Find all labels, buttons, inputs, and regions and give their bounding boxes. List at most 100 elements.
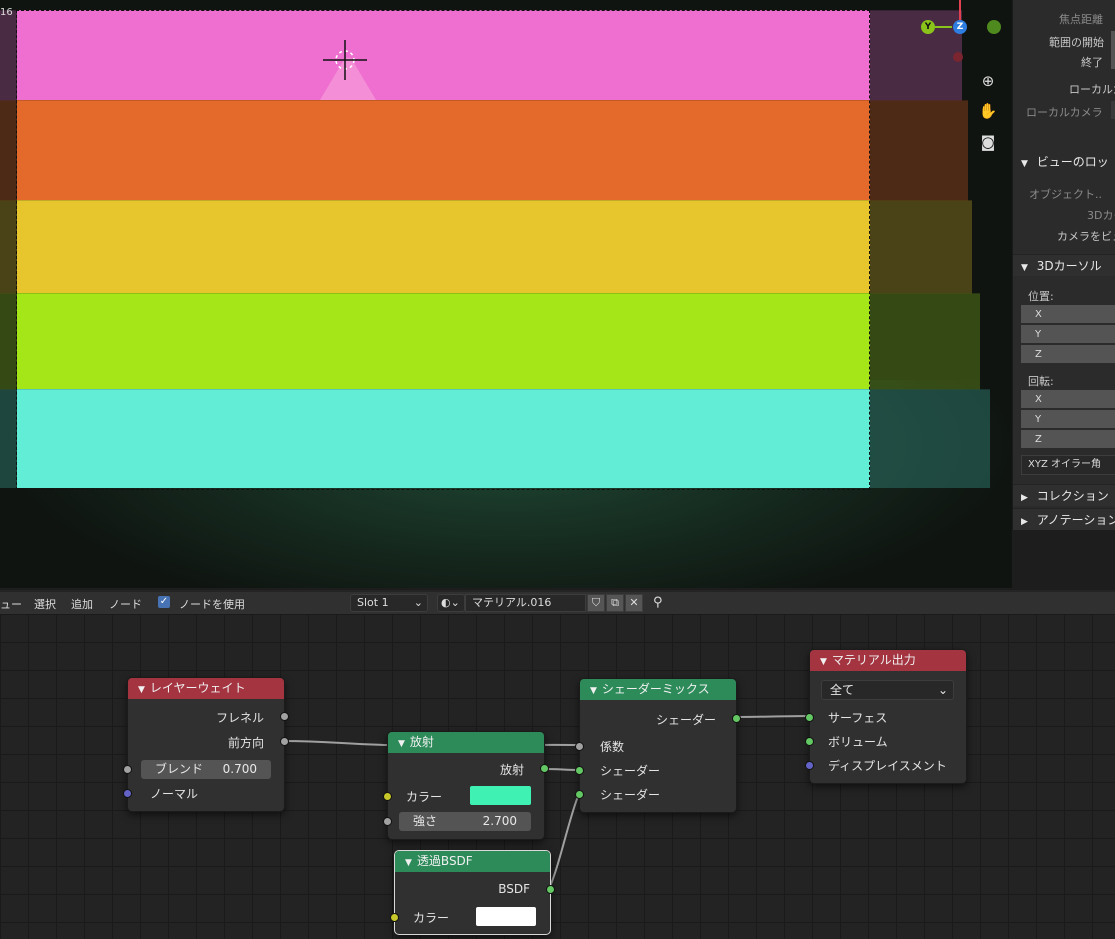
transparent-color-socket[interactable] xyxy=(390,913,399,922)
annotation-panel-header[interactable]: ▶ アノテーション xyxy=(1013,508,1115,530)
shader2-input-label: シェーダー xyxy=(600,788,661,802)
collapse-triangle-icon[interactable]: ▼ xyxy=(398,739,405,749)
rotation-y-field[interactable]: Y xyxy=(1021,410,1115,429)
transparent-color-swatch[interactable] xyxy=(476,907,536,926)
fac-input-label: 係数 xyxy=(600,740,625,754)
3d-cursor-panel-header[interactable]: ▼ 3Dカーソル xyxy=(1013,254,1115,276)
collapse-triangle-icon[interactable]: ▼ xyxy=(138,685,145,695)
normal-input-label: ノーマル xyxy=(150,787,199,801)
location-y-field[interactable]: Y xyxy=(1021,325,1115,344)
duplicate-material-icon[interactable]: ⧉ xyxy=(606,594,624,612)
3d-viewport[interactable]: 16 Y Z ⊕ ✋ ◙ xyxy=(0,0,1012,588)
fake-user-shield-icon[interactable]: ⛉ xyxy=(587,594,605,612)
emission-color-socket[interactable] xyxy=(383,792,392,801)
emission-node-header[interactable]: ▼ 放射 xyxy=(388,732,544,753)
focal-length-label: 焦点距離 xyxy=(1059,13,1103,26)
surface-input-socket[interactable] xyxy=(805,713,814,722)
rotation-mode-select[interactable]: XYZ オイラー角 xyxy=(1021,455,1115,475)
hand-icon[interactable]: ✋ xyxy=(977,100,999,122)
mix-shader-output-socket[interactable] xyxy=(732,714,741,723)
emission-color-label: カラー xyxy=(406,790,443,804)
bsdf-output-socket[interactable] xyxy=(546,885,555,894)
blend-input-socket[interactable] xyxy=(123,765,132,774)
node-editor-header: ュー 選択 追加 ノード ✓ ノードを使用 Slot 1 ⌄ ◐⌄ マテリアル.0… xyxy=(0,590,1115,614)
chevron-down-icon: ⌄ xyxy=(413,596,423,609)
strength-slider[interactable]: 強さ 2.700 xyxy=(399,812,531,831)
strength-input-socket[interactable] xyxy=(383,817,392,826)
pin-icon[interactable]: ⚲ xyxy=(653,595,663,610)
shader1-input-socket[interactable] xyxy=(575,766,584,775)
bsdf-output-label: BSDF xyxy=(498,882,530,896)
collapse-triangle-icon[interactable]: ▼ xyxy=(820,657,827,667)
chevron-down-icon: ⌄ xyxy=(937,683,948,697)
transparent-bsdf-node-header[interactable]: ▼ 透過BSDF xyxy=(395,851,550,872)
fresnel-output-socket[interactable] xyxy=(280,712,289,721)
normal-input-socket[interactable] xyxy=(123,789,132,798)
use-nodes-checkbox[interactable]: ✓ xyxy=(158,596,170,608)
shader2-input-socket[interactable] xyxy=(575,790,584,799)
output-target-select[interactable]: 全て ⌄ xyxy=(821,680,954,700)
lock-object-label: オブジェクト.. xyxy=(1029,188,1102,201)
collapse-triangle-icon[interactable]: ▼ xyxy=(405,858,412,868)
material-browse-button[interactable]: ◐⌄ xyxy=(437,594,465,612)
clip-end-label: 終了 xyxy=(1081,56,1103,69)
fac-input-socket[interactable] xyxy=(575,742,584,751)
material-name-field[interactable]: マテリアル.016 xyxy=(465,594,586,612)
location-z-field[interactable]: Z xyxy=(1021,345,1115,364)
node-canvas[interactable]: ▼ レイヤーウェイト フレネル 前方向 ブレンド 0.700 ノーマル ▼ 放射 放… xyxy=(0,614,1115,939)
shader1-input-label: シェーダー xyxy=(600,764,661,778)
zoom-icon[interactable]: ⊕ xyxy=(977,70,999,92)
material-output-node[interactable]: ▼ マテリアル出力 全て ⌄ サーフェス ボリューム ディスプレイスメント xyxy=(805,649,967,784)
layer-weight-node-header[interactable]: ▼ レイヤーウェイト xyxy=(128,678,284,699)
layer-weight-node[interactable]: ▼ レイヤーウェイト フレネル 前方向 ブレンド 0.700 ノーマル xyxy=(123,677,289,812)
gizmo-z-axis[interactable]: Z xyxy=(953,20,967,34)
blend-slider-label: ブレンド xyxy=(155,762,204,776)
local-camera-field[interactable] xyxy=(1111,101,1115,119)
local-camera-heading: ローカルカ xyxy=(1069,83,1115,96)
blend-slider-value: 0.700 xyxy=(222,762,257,776)
camera-icon[interactable]: ◙ xyxy=(977,131,999,153)
menu-node[interactable]: ノード xyxy=(109,596,142,612)
collapse-triangle-icon[interactable]: ▼ xyxy=(590,686,597,696)
properties-sidebar: 焦点距離 範囲の開始 終了 ローカルカ ローカルカメラ ▼ ビューのロッ オブジ… xyxy=(1012,0,1115,530)
clip-fields[interactable] xyxy=(1111,31,1115,69)
mix-shader-node-header[interactable]: ▼ シェーダーミックス xyxy=(580,679,736,700)
rotation-x-field[interactable]: X xyxy=(1021,390,1115,409)
lock-3d-cursor-label: 3Dカー xyxy=(1087,209,1115,222)
local-camera-label: ローカルカメラ xyxy=(1026,106,1103,119)
material-output-node-header[interactable]: ▼ マテリアル出力 xyxy=(810,650,966,671)
facing-output-socket[interactable] xyxy=(280,737,289,746)
slot-select[interactable]: Slot 1 ⌄ xyxy=(350,594,428,612)
clip-start-label: 範囲の開始 xyxy=(1049,36,1104,49)
emission-output-socket[interactable] xyxy=(540,764,549,773)
gizmo-y-axis[interactable]: Y xyxy=(921,20,935,34)
3d-cursor-icon[interactable] xyxy=(318,40,378,100)
slot-select-value: Slot 1 xyxy=(357,596,389,609)
displacement-input-label: ディスプレイスメント xyxy=(828,759,947,773)
emission-color-swatch[interactable] xyxy=(470,786,531,805)
output-target-value: 全て xyxy=(830,683,855,697)
transparent-bsdf-node[interactable]: ▼ 透過BSDF BSDF カラー xyxy=(390,850,555,935)
view-lock-panel-header[interactable]: ▼ ビューのロッ xyxy=(1013,151,1115,173)
unlink-material-icon[interactable]: ✕ xyxy=(625,594,643,612)
gizmo-neg-x-axis[interactable] xyxy=(953,52,963,62)
volume-input-label: ボリューム xyxy=(828,735,888,749)
collection-panel-header[interactable]: ▶ コレクション xyxy=(1013,484,1115,506)
gizmo-neg-y-axis[interactable] xyxy=(987,20,1001,34)
volume-input-socket[interactable] xyxy=(805,737,814,746)
menu-add[interactable]: 追加 xyxy=(71,596,93,612)
blend-slider[interactable]: ブレンド 0.700 xyxy=(141,760,271,779)
camera-to-view-label: カメラをビュ xyxy=(1057,230,1115,243)
displacement-input-socket[interactable] xyxy=(805,761,814,770)
gizmo-y-line xyxy=(935,26,952,28)
menu-select[interactable]: 選択 xyxy=(34,596,56,612)
mix-shader-node[interactable]: ▼ シェーダーミックス シェーダー 係数 シェーダー シェーダー xyxy=(575,678,741,813)
use-nodes-label: ノードを使用 xyxy=(179,598,245,611)
rotation-z-field[interactable]: Z xyxy=(1021,430,1115,449)
gizmo-x-line xyxy=(959,0,961,20)
location-x-field[interactable]: X xyxy=(1021,305,1115,324)
transparent-color-label: カラー xyxy=(413,911,450,925)
strength-slider-label: 強さ xyxy=(413,814,438,828)
menu-view[interactable]: ュー xyxy=(0,596,22,612)
emission-node[interactable]: ▼ 放射 放射 カラー 強さ 2.700 xyxy=(383,731,549,840)
